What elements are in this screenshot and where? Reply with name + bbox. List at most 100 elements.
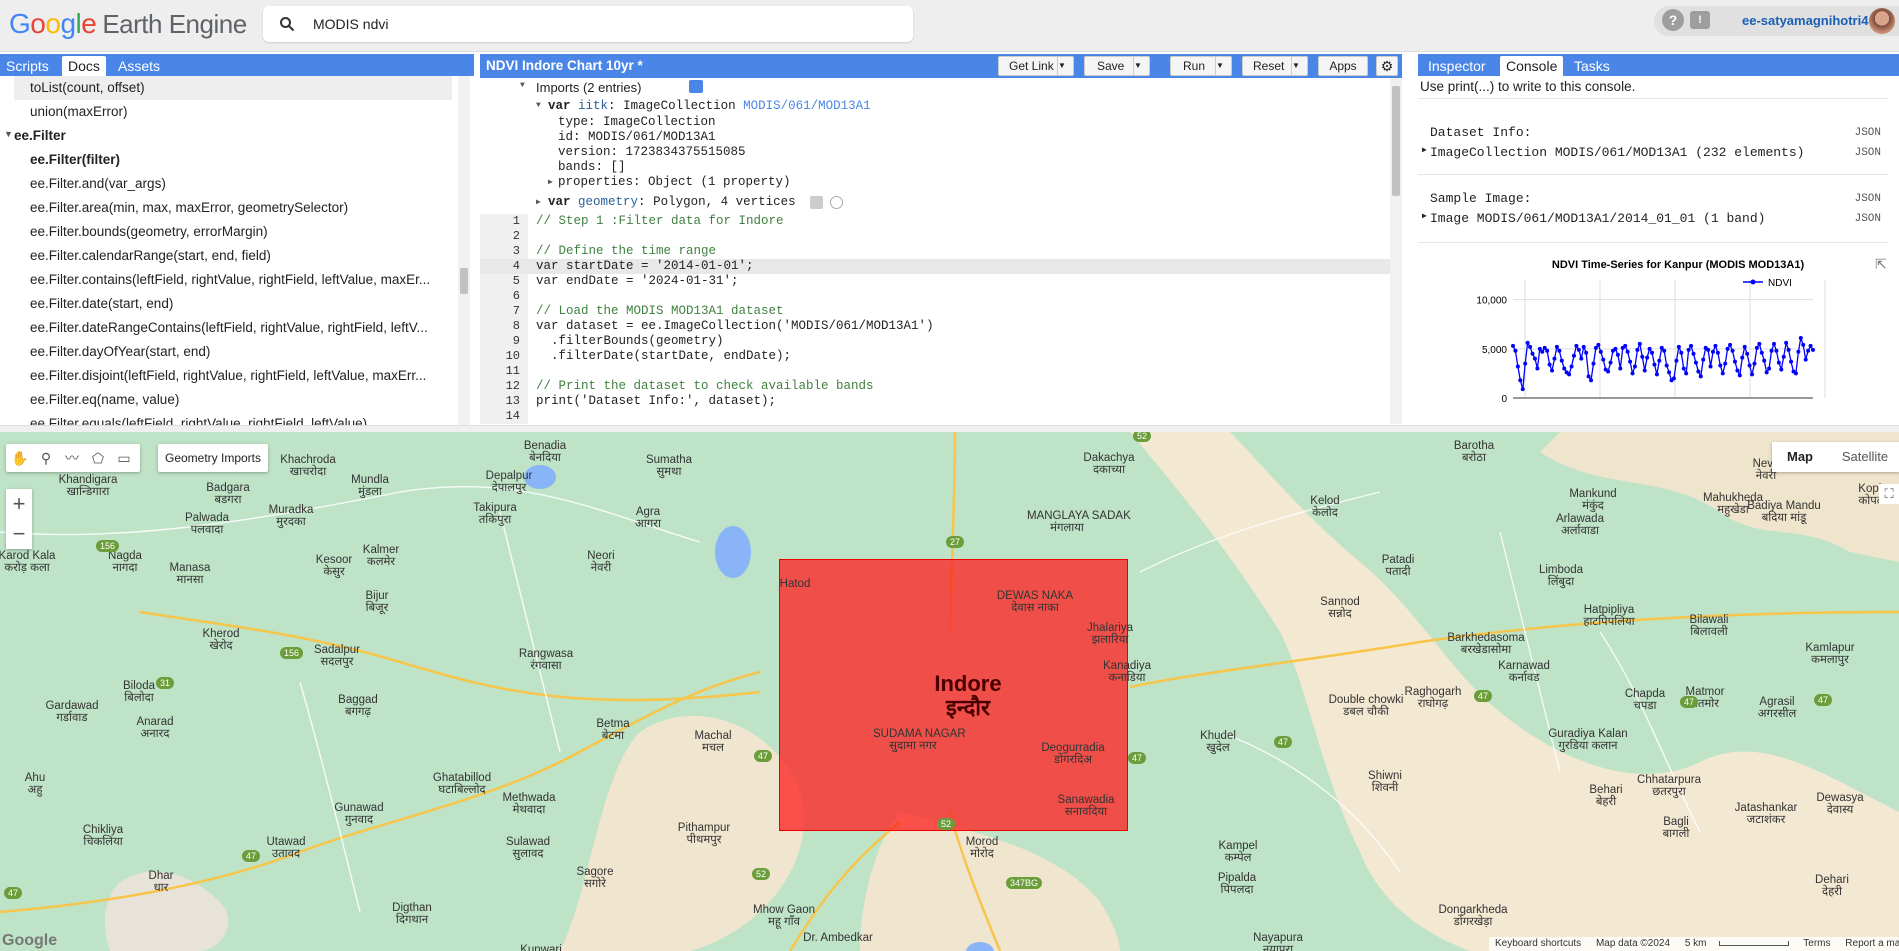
open-in-new-icon[interactable]: ⇱ (1875, 256, 1887, 273)
doc-item-filter-equals[interactable]: ee.Filter.equals(leftField, rightValue, … (30, 412, 440, 425)
run-button[interactable]: Run ▼ (1170, 56, 1232, 76)
ndvi-point (1752, 361, 1757, 366)
map-button[interactable]: Map (1772, 442, 1828, 472)
settings-gear-icon[interactable]: ⚙ (1376, 56, 1398, 76)
doc-item-filter-daterangecontains[interactable]: ee.Filter.dateRangeContains(leftField, r… (30, 316, 440, 340)
doc-item-filter-disjoint[interactable]: ee.Filter.disjoint(leftField, rightValue… (30, 364, 440, 388)
chevron-down-icon[interactable]: ▼ (1215, 57, 1231, 75)
code-line[interactable]: var startDate = '2014-01-01'; (536, 259, 754, 273)
json-link[interactable]: JSON (1855, 127, 1881, 139)
scale-label[interactable]: 5 km (1685, 938, 1707, 949)
doc-item-filter-contains[interactable]: ee.Filter.contains(leftField, rightValue… (30, 268, 440, 292)
doc-item-filter-and[interactable]: ee.Filter.and(var_args) (30, 172, 440, 196)
collapse-icon[interactable]: ▼ (536, 101, 541, 110)
marker-icon[interactable]: ⚲ (32, 444, 60, 472)
satellite-button[interactable]: Satellite (1830, 442, 1899, 472)
code-line[interactable]: print('Dataset Info:', dataset); (536, 394, 776, 408)
ndvi-point (1606, 369, 1611, 374)
tab-inspector[interactable]: Inspector (1422, 56, 1492, 76)
keyboard-shortcuts-link[interactable]: Keyboard shortcuts (1495, 938, 1581, 949)
docs-scrollbar[interactable] (458, 76, 470, 425)
line-icon[interactable]: 〰 (58, 444, 86, 472)
ndvi-point (1601, 357, 1606, 362)
doc-item-filter-calendarrange[interactable]: ee.Filter.calendarRange(start, end, fiel… (30, 244, 440, 268)
doc-group-ee-filter[interactable]: ee.Filter (14, 124, 424, 148)
tab-docs[interactable]: Docs (62, 56, 106, 76)
report-map-error-link[interactable]: Report a map error (1845, 938, 1899, 949)
console-scrollbar[interactable] (1888, 76, 1898, 425)
imports-header[interactable]: Imports (2 entries) (536, 80, 641, 95)
geometry-delete-icon[interactable] (830, 196, 843, 209)
doc-item-filter-bounds[interactable]: ee.Filter.bounds(geometry, errorMargin) (30, 220, 440, 244)
save-button[interactable]: Save ▼ (1084, 56, 1150, 76)
fullscreen-icon[interactable]: ⛶ (1879, 484, 1899, 504)
collapse-icon[interactable]: ▼ (520, 81, 525, 90)
avatar[interactable] (1869, 8, 1895, 34)
code-line[interactable]: // Print the dataset to check available … (536, 379, 874, 393)
polygon-icon[interactable]: ⬠ (84, 444, 112, 472)
search-bar[interactable] (263, 6, 913, 42)
tab-scripts[interactable]: Scripts (0, 56, 55, 76)
horizontal-splitter[interactable] (0, 425, 1899, 432)
expand-icon[interactable]: ▶ (1422, 211, 1427, 221)
expand-icon[interactable]: ▼ (4, 129, 13, 139)
chevron-down-icon[interactable]: ▼ (1133, 57, 1149, 75)
geometry-imports-button[interactable]: Geometry Imports (158, 444, 268, 472)
code-editor[interactable]: ▼ Imports (2 entries) ▼ var iitk: ImageC… (480, 78, 1402, 424)
dataset-info-value[interactable]: ImageCollection MODIS/061/MOD13A1 (232 e… (1430, 145, 1804, 160)
tab-tasks[interactable]: Tasks (1568, 56, 1616, 76)
tab-assets[interactable]: Assets (112, 56, 166, 76)
get-link-button[interactable]: Get Link ▼ (998, 56, 1074, 76)
search-input[interactable] (313, 14, 893, 34)
place-name-hindi: कर्नावड (1508, 672, 1540, 684)
apps-button[interactable]: Apps (1318, 56, 1368, 76)
show-script-icon[interactable] (689, 80, 703, 93)
json-link[interactable]: JSON (1855, 193, 1881, 205)
editor-scrollbar[interactable] (1390, 78, 1402, 424)
expand-icon[interactable]: ▶ (548, 177, 553, 187)
sample-image-value[interactable]: Image MODIS/061/MOD13A1/2014_01_01 (1 ba… (1430, 211, 1765, 226)
code-line[interactable]: var endDate = '2024-01-31'; (536, 274, 739, 288)
tab-console[interactable]: Console (1500, 56, 1564, 76)
code-line[interactable]: var dataset = ee.ImageCollection('MODIS/… (536, 319, 934, 333)
place-name: Digthan (392, 902, 432, 914)
help-icon[interactable]: ? (1662, 9, 1684, 31)
doc-item-tolist[interactable]: toList(count, offset) (14, 76, 452, 100)
doc-item-filter-eq[interactable]: ee.Filter.eq(name, value) (30, 388, 440, 412)
reset-button[interactable]: Reset ▼ (1242, 56, 1308, 76)
docs-scroll-thumb[interactable] (460, 268, 468, 294)
place-name: Badiya Mandu (1747, 500, 1821, 512)
feedback-icon[interactable]: ! (1690, 11, 1710, 29)
doc-item-ee-filter[interactable]: ee.Filter(filter) (30, 148, 440, 172)
import-var-iitk[interactable]: var iitk: ImageCollection MODIS/061/MOD1… (548, 99, 871, 113)
code-line[interactable]: // Define the time range (536, 244, 716, 258)
expand-icon[interactable]: ▶ (1422, 145, 1427, 155)
terms-link[interactable]: Terms (1803, 938, 1830, 949)
rectangle-icon[interactable]: ▭ (110, 444, 138, 472)
script-title[interactable]: NDVI Indore Chart 10yr * (486, 58, 643, 73)
editor-scroll-thumb[interactable] (1392, 86, 1400, 196)
import-var-geometry[interactable]: var geometry: Polygon, 4 vertices (548, 195, 796, 209)
expand-icon[interactable]: ▶ (536, 197, 541, 207)
chevron-down-icon[interactable]: ▼ (1057, 57, 1073, 75)
code-line[interactable]: // Step 1 :Filter data for Indore (536, 214, 784, 228)
zoom-in-button[interactable]: + (6, 489, 32, 519)
code-line[interactable]: .filterDate(startDate, endDate); (536, 349, 791, 363)
json-link[interactable]: JSON (1855, 147, 1881, 159)
code-line[interactable]: // Load the MODIS MOD13A1 dataset (536, 304, 784, 318)
place-name: Morod (965, 836, 999, 848)
doc-item-union[interactable]: union(maxError) (30, 100, 440, 124)
chevron-down-icon[interactable]: ▼ (1291, 57, 1307, 75)
doc-item-filter-dayofyear[interactable]: ee.Filter.dayOfYear(start, end) (30, 340, 440, 364)
geometry-settings-icon[interactable] (810, 196, 823, 209)
code-line[interactable]: .filterBounds(geometry) (536, 334, 724, 348)
doc-item-filter-area[interactable]: ee.Filter.area(min, max, maxError, geome… (30, 196, 440, 220)
hand-pan-icon[interactable]: ✋ (6, 444, 34, 472)
map-view[interactable]: Indore इन्दौर SUDAMA NAGAR सुदामा नगर Benadi… (0, 432, 1899, 951)
doc-item-filter-date[interactable]: ee.Filter.date(start, end) (30, 292, 440, 316)
earth-engine-logo[interactable]: Google Earth Engine (9, 8, 247, 40)
zoom-out-button[interactable]: − (6, 519, 32, 549)
user-account-name[interactable]: ee-satyamagnihotri4 (1742, 13, 1868, 28)
json-link[interactable]: JSON (1855, 213, 1881, 225)
import-properties[interactable]: properties: Object (1 property) (558, 175, 791, 189)
